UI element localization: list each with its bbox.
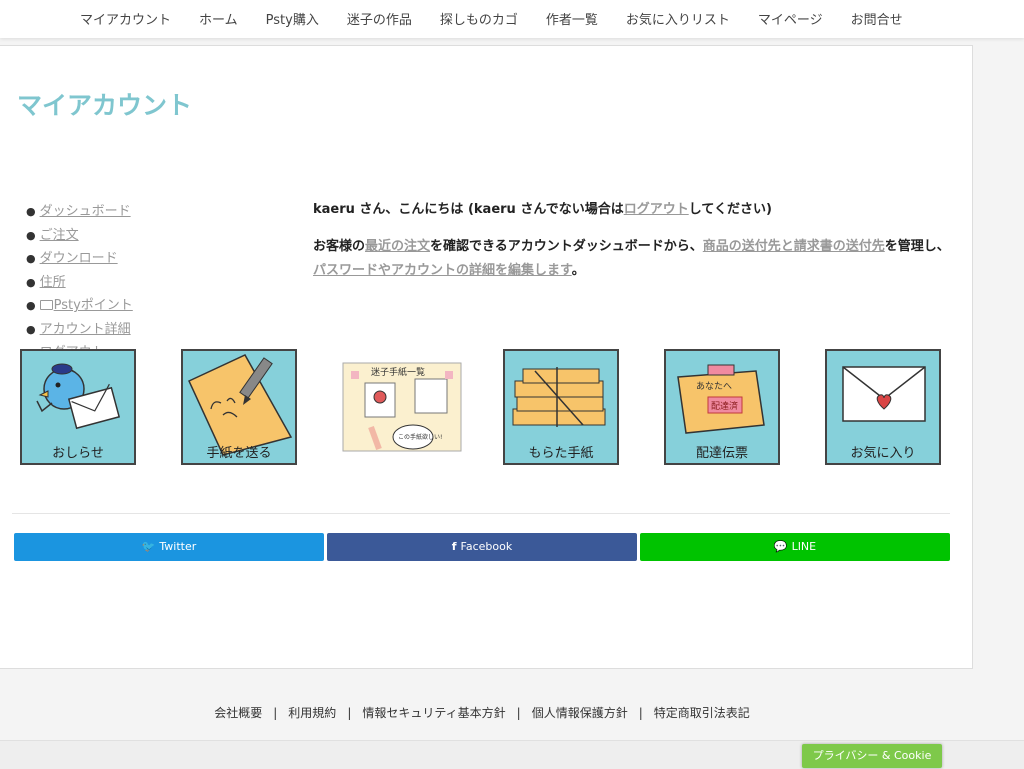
delivered-stamp: 配達済 xyxy=(711,400,738,412)
greeting-part: さんでない場合は xyxy=(515,202,624,217)
account-nav-details[interactable]: アカウント詳細 xyxy=(40,322,131,337)
footer-links: 会社概要 | 利用規約 | 情報セキュリティ基本方針 | 個人情報保護方針 | 特定商取引法表記 xyxy=(0,704,964,721)
footer-company[interactable]: 会社概要 xyxy=(214,706,262,720)
tile-delivery-slip[interactable]: あなたへ 配達済 配達伝票 xyxy=(664,349,780,465)
footer-security-policy[interactable]: 情報セキュリティ基本方針 xyxy=(362,706,505,720)
nav-my-page[interactable]: マイページ xyxy=(744,9,837,28)
account-nav-item: ● アカウント詳細 xyxy=(26,321,131,337)
tile-favorites[interactable]: お気に入り xyxy=(825,349,941,465)
tile-caption: おしらせ xyxy=(52,446,104,461)
line-share-button[interactable]: 💬 LINE xyxy=(640,533,950,561)
footer-commerce-law[interactable]: 特定商取引法表記 xyxy=(654,706,750,720)
greeting-user: kaeru xyxy=(313,202,355,217)
facebook-icon: f xyxy=(451,540,457,553)
slip-text: あなたへ xyxy=(696,381,732,392)
tile-caption: 手紙を送る xyxy=(206,446,272,461)
tile-caption: もらた手紙 xyxy=(528,446,594,461)
tile-notice[interactable]: おしらせ xyxy=(20,349,136,465)
nav-psty-purchase[interactable]: Psty購入 xyxy=(252,9,333,28)
share-label: LINE xyxy=(791,540,817,553)
folder-icon xyxy=(39,300,53,310)
account-nav-item: ● ダッシュボード xyxy=(26,204,131,219)
dashboard-content: kaeru さん、こんにちは (kaeru さんでない場合はログアウトしてくださ… xyxy=(313,198,953,296)
account-nav-item: ● ご注文 xyxy=(26,227,79,243)
nav-my-account[interactable]: マイアカウント xyxy=(66,9,185,28)
tile-caption: お気に入り xyxy=(850,446,916,461)
tile-received-letters[interactable]: もらた手紙 xyxy=(503,349,619,465)
page-title: マイアカウント xyxy=(17,91,193,120)
account-nav-downloads[interactable]: ダウンロード xyxy=(40,251,118,266)
divider xyxy=(12,513,950,514)
description-part: 。 xyxy=(571,263,585,278)
tile-send-letter[interactable]: 手紙を送る xyxy=(181,349,297,465)
account-nav-item: ● 住所 xyxy=(26,274,66,290)
nav-authors[interactable]: 作者一覧 xyxy=(532,9,612,28)
share-label: Twitter xyxy=(159,540,197,553)
footer-separator: | xyxy=(273,706,278,720)
recent-orders-link[interactable]: 最近の注文 xyxy=(365,239,430,254)
greeting-user-2: kaeru xyxy=(473,202,516,217)
twitter-share-button[interactable]: 🐦 Twitter xyxy=(14,533,324,561)
account-navigation: ● ダッシュボード ● ご注文 ● ダウンロード ● 住所 ● Pstyポイント ● アカウ… xyxy=(26,200,133,365)
account-nav-orders[interactable]: ご注文 xyxy=(40,228,79,243)
footer-terms[interactable]: 利用規約 xyxy=(288,706,336,720)
facebook-share-button[interactable]: f Facebook xyxy=(327,533,637,561)
nav-home[interactable]: ホーム xyxy=(185,9,252,28)
greeting-part: してください) xyxy=(688,202,772,217)
tile-caption: 配達伝票 xyxy=(695,446,748,461)
board-title: 迷子手紙一覧 xyxy=(371,366,425,378)
account-nav-item: ● Pstyポイント xyxy=(26,298,133,313)
board-bubble: この手紙欲しい! xyxy=(398,433,442,441)
description-part: を管理し、 xyxy=(884,239,950,254)
greeting-part: さん、こんにちは ( xyxy=(354,202,474,217)
nav-contact[interactable]: お問合せ xyxy=(837,9,917,28)
description-part: を確認できるアカウントダッシュボードから、 xyxy=(430,239,703,254)
line-icon: 💬 xyxy=(773,540,788,553)
tile-menu: おしらせ 手紙を送る 迷子手紙一覧 この手紙欲しい! もらた手紙 あなたへ 配達… xyxy=(20,349,945,469)
tile-lost-letters[interactable]: 迷子手紙一覧 この手紙欲しい! xyxy=(341,349,462,465)
footer-separator: | xyxy=(347,706,352,720)
account-nav-item: ● ダウンロード xyxy=(26,251,118,266)
footer-privacy-policy[interactable]: 個人情報保護方針 xyxy=(532,706,628,720)
footer-separator: | xyxy=(638,706,643,720)
description-part: お客様の xyxy=(313,239,366,254)
dashboard-description: お客様の最近の注文を確認できるアカウントダッシュボードから、商品の送付先と請求書… xyxy=(313,235,953,283)
edit-account-link[interactable]: パスワードやアカウントの詳細を編集します xyxy=(313,263,572,278)
privacy-cookie-button[interactable]: プライバシー & Cookie xyxy=(802,744,942,768)
letter-board-icon: 迷子手紙一覧 この手紙欲しい! xyxy=(342,362,462,452)
footer-separator: | xyxy=(516,706,521,720)
share-label: Facebook xyxy=(460,540,513,553)
twitter-icon: 🐦 xyxy=(141,540,156,553)
nav-search-basket[interactable]: 探しものカゴ xyxy=(426,9,532,28)
top-navigation: マイアカウント ホーム Psty購入 迷子の作品 探しものカゴ 作者一覧 お気に… xyxy=(0,0,1024,38)
account-nav-points[interactable]: Pstyポイント xyxy=(54,298,133,313)
account-nav-dashboard[interactable]: ダッシュボード xyxy=(40,204,131,219)
nav-lost-works[interactable]: 迷子の作品 xyxy=(333,9,426,28)
nav-favorites[interactable]: お気に入りリスト xyxy=(612,9,744,28)
greeting-text: kaeru さん、こんにちは (kaeru さんでない場合はログアウトしてくださ… xyxy=(313,198,953,222)
account-nav-address[interactable]: 住所 xyxy=(40,275,66,290)
logout-link[interactable]: ログアウト xyxy=(624,202,689,217)
addresses-link[interactable]: 商品の送付先と請求書の送付先 xyxy=(703,239,885,254)
